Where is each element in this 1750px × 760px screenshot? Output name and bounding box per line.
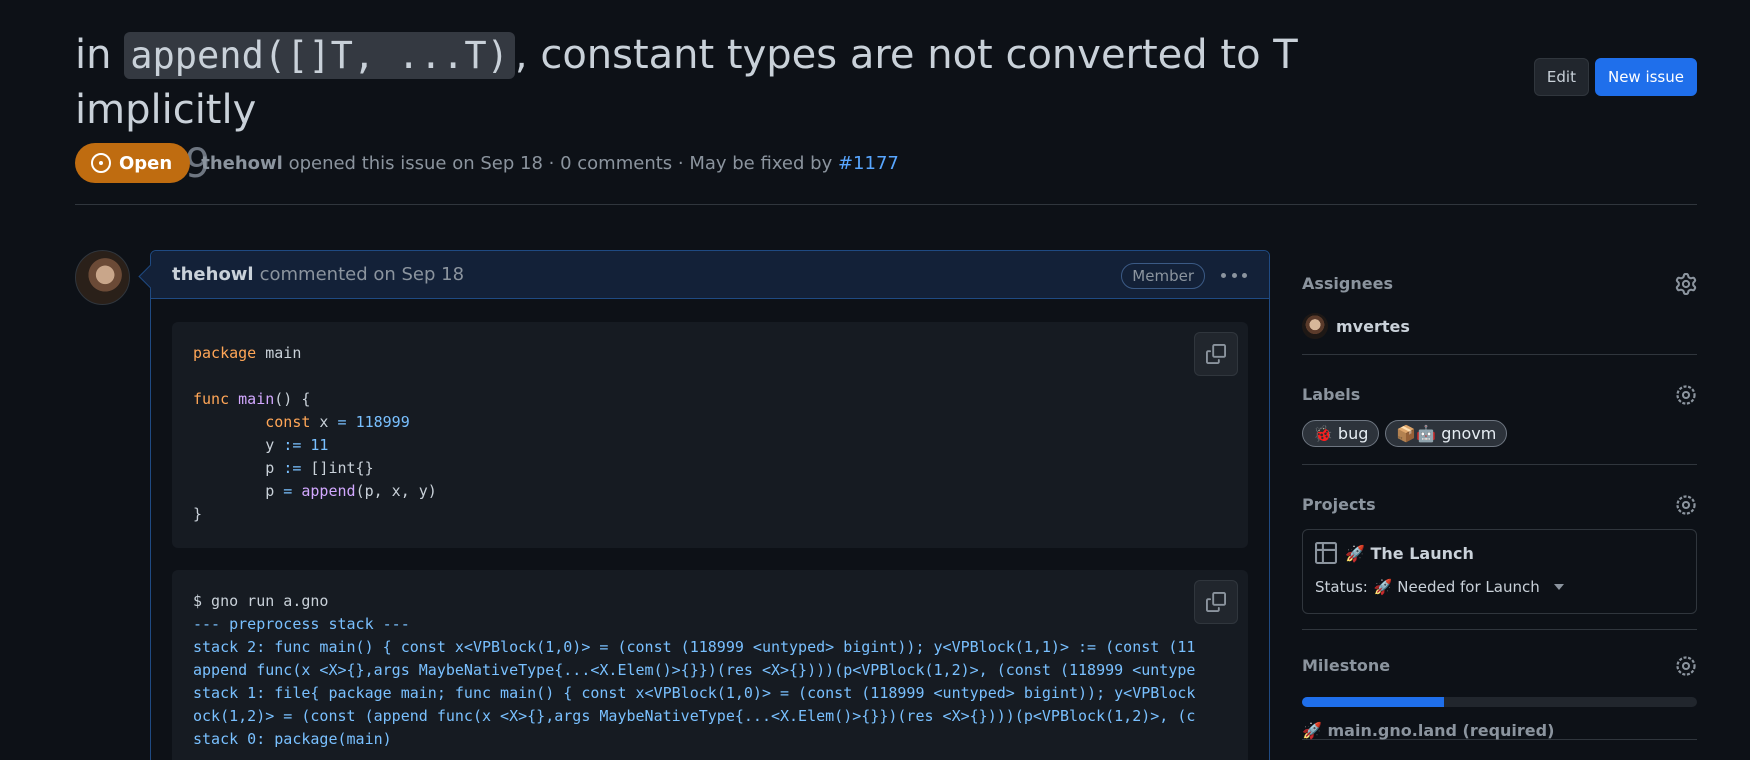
edit-button[interactable]: Edit (1533, 58, 1589, 96)
assignee-item[interactable]: mvertes (1302, 313, 1697, 339)
project-status[interactable]: Status: 🚀 Needed for Launch (1315, 578, 1684, 596)
projects-title: Projects (1302, 495, 1376, 514)
gear-icon[interactable] (1675, 384, 1697, 406)
label-bug[interactable]: 🐞 bug (1302, 420, 1380, 447)
issue-sidebar: Assignees mvertes Labels 🐞 bug 📦🤖 gnovm (1302, 250, 1697, 740)
comment-box: thehowl commented on Sep 18 Member packa… (150, 250, 1270, 760)
status-label: Status: (1315, 578, 1368, 596)
code-block-output: $ gno run a.gno --- preprocess stack ---… (172, 570, 1248, 760)
assignees-title: Assignees (1302, 274, 1393, 293)
label-text: gnovm (1441, 424, 1497, 443)
milestone-title: Milestone (1302, 656, 1391, 675)
bug-icon: 🐞 (1313, 424, 1333, 443)
issue-page: in append([]T, ...T), constant types are… (75, 0, 1697, 760)
label-gnovm[interactable]: 📦🤖 gnovm (1385, 420, 1508, 447)
label-text: bug (1337, 424, 1369, 443)
header-divider (75, 204, 1697, 205)
member-badge: Member (1121, 263, 1205, 289)
code-output: $ gno run a.gno --- preprocess stack ---… (193, 592, 1196, 748)
code-source: package main func main() { const x = 118… (193, 344, 437, 523)
avatar (1302, 313, 1328, 339)
caret-down-icon (1553, 584, 1564, 590)
header-actions: Edit New issue (1533, 58, 1697, 96)
milestone-progress (1302, 697, 1697, 707)
issue-open-icon (91, 153, 111, 173)
project-card: 🚀 The Launch Status: 🚀 Needed for Launch (1302, 529, 1697, 614)
status-value: 🚀 Needed for Launch (1373, 578, 1540, 596)
table-icon (1315, 542, 1337, 564)
labels-list: 🐞 bug 📦🤖 gnovm (1302, 420, 1697, 447)
avatar[interactable] (75, 250, 130, 305)
comment-action[interactable]: commented on Sep 18 (260, 264, 464, 285)
gear-icon[interactable] (1675, 273, 1697, 295)
gear-icon[interactable] (1675, 655, 1697, 677)
issue-state-row: Open thehowl opened this issue on Sep 18… (75, 143, 899, 183)
copy-icon[interactable] (1194, 580, 1238, 624)
comment-header: thehowl commented on Sep 18 Member (151, 251, 1269, 299)
assignee-name: mvertes (1336, 316, 1410, 336)
issue-meta: thehowl opened this issue on Sep 18 · 0 … (201, 153, 899, 174)
copy-icon[interactable] (1194, 332, 1238, 376)
milestone-name[interactable]: 🚀 main.gno.land (required) (1302, 721, 1697, 740)
project-name: 🚀 The Launch (1345, 543, 1474, 563)
kebab-menu-icon[interactable] (1221, 265, 1247, 285)
issue-opened-text: opened this issue on Sep 18 · 0 comments… (288, 152, 833, 174)
issue-author-link[interactable]: thehowl (201, 153, 283, 174)
code-block-source: package main func main() { const x = 118… (172, 322, 1248, 548)
assignees-section: Assignees mvertes (1302, 250, 1697, 355)
milestone-section: Milestone 🚀 main.gno.land (required) (1302, 630, 1697, 740)
package-robot-icon: 📦🤖 (1396, 424, 1437, 443)
milestone-progress-fill (1302, 697, 1445, 707)
fixed-by-link[interactable]: #1177 (838, 153, 899, 174)
status-badge: Open (75, 143, 191, 183)
title-prefix: in (75, 32, 125, 78)
projects-section: Projects 🚀 The Launch Status: 🚀 Needed f… (1302, 465, 1697, 630)
comment-author[interactable]: thehowl (172, 264, 254, 285)
new-issue-button[interactable]: New issue (1594, 58, 1697, 96)
status-text: Open (119, 152, 173, 174)
title-code: append([]T, ...T) (124, 32, 515, 79)
project-name-row[interactable]: 🚀 The Launch (1315, 542, 1684, 564)
gear-icon[interactable] (1675, 494, 1697, 516)
labels-title: Labels (1302, 385, 1361, 404)
labels-section: Labels 🐞 bug 📦🤖 gnovm (1302, 355, 1697, 465)
